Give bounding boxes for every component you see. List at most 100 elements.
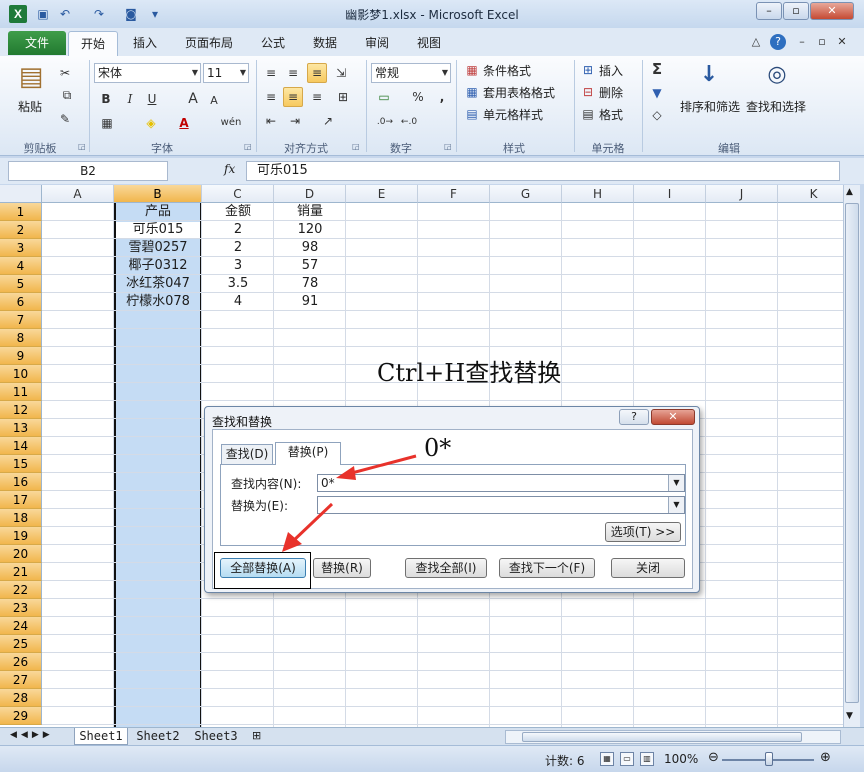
doc-close-icon[interactable]: ✕ bbox=[834, 34, 850, 50]
find-select-button[interactable]: 查找和选择 bbox=[746, 98, 806, 115]
underline-button[interactable]: U bbox=[144, 90, 160, 108]
tab-replace[interactable]: 替换(P) bbox=[275, 442, 341, 465]
tab-formulas[interactable]: 公式 bbox=[252, 31, 294, 56]
column-header-g[interactable]: G bbox=[490, 185, 562, 203]
row-header-3[interactable]: 3 bbox=[0, 239, 42, 257]
cell-c3[interactable]: 2 bbox=[202, 239, 274, 257]
row-header-6[interactable]: 6 bbox=[0, 293, 42, 311]
row-header-22[interactable]: 22 bbox=[0, 581, 42, 599]
alignment-launcher-icon[interactable]: ◲ bbox=[352, 142, 360, 151]
row-header-14[interactable]: 14 bbox=[0, 437, 42, 455]
column-header-d[interactable]: D bbox=[274, 185, 346, 203]
scroll-down-icon[interactable]: ▼ bbox=[846, 711, 853, 721]
merge-center-icon[interactable]: ⊞ bbox=[334, 88, 352, 106]
cell-b6[interactable]: 柠檬水078 bbox=[116, 293, 200, 311]
row-header-10[interactable]: 10 bbox=[0, 365, 42, 383]
zoom-in-icon[interactable]: ⊕ bbox=[820, 750, 831, 765]
horizontal-scroll-thumb[interactable] bbox=[522, 732, 802, 742]
column-header-h[interactable]: H bbox=[562, 185, 634, 203]
vertical-scroll-thumb[interactable] bbox=[845, 203, 859, 703]
clear-icon[interactable]: ◇ bbox=[648, 106, 666, 124]
cell-c4[interactable]: 3 bbox=[202, 257, 274, 275]
row-header-5[interactable]: 5 bbox=[0, 275, 42, 293]
find-select-icon[interactable]: ◎ bbox=[762, 60, 792, 90]
name-box[interactable]: B2 bbox=[8, 161, 168, 181]
normal-view-icon[interactable]: ▦ bbox=[600, 752, 614, 766]
row-header-27[interactable]: 27 bbox=[0, 671, 42, 689]
italic-button[interactable]: I bbox=[122, 90, 138, 108]
tab-data[interactable]: 数据 bbox=[304, 31, 346, 56]
doc-minimize-icon[interactable]: – bbox=[794, 34, 810, 50]
orientation-icon[interactable]: ↗ bbox=[318, 112, 338, 130]
dialog-help-button[interactable]: ? bbox=[619, 409, 649, 425]
sheet-tab-2[interactable]: Sheet2 bbox=[130, 728, 186, 745]
replace-button[interactable]: 替换(R) bbox=[313, 558, 371, 578]
row-header-24[interactable]: 24 bbox=[0, 617, 42, 635]
align-left-icon[interactable]: ≡ bbox=[262, 88, 280, 106]
sheet-tab-1[interactable]: Sheet1 bbox=[74, 728, 128, 745]
column-header-b[interactable]: B bbox=[114, 185, 202, 203]
row-header-13[interactable]: 13 bbox=[0, 419, 42, 437]
tab-view[interactable]: 视图 bbox=[408, 31, 450, 56]
decrease-decimal-icon[interactable]: ←.0 bbox=[398, 113, 420, 131]
align-right-icon[interactable]: ≡ bbox=[308, 88, 326, 106]
delete-cells-icon[interactable]: ⊟ bbox=[580, 83, 596, 101]
insert-function-icon[interactable]: fx bbox=[224, 162, 235, 176]
shrink-font-button[interactable]: A bbox=[208, 92, 220, 110]
cell-b5[interactable]: 冰红茶047 bbox=[116, 275, 200, 293]
find-next-button[interactable]: 查找下一个(F) bbox=[499, 558, 595, 578]
cell-d4[interactable]: 57 bbox=[274, 257, 346, 275]
currency-icon[interactable]: ▭ bbox=[374, 88, 394, 106]
conditional-format-button[interactable]: 条件格式 bbox=[483, 62, 531, 79]
bold-button[interactable]: B bbox=[98, 90, 114, 108]
cell-styles-button[interactable]: 单元格样式 bbox=[483, 106, 543, 123]
format-cells-icon[interactable]: ▤ bbox=[580, 105, 596, 123]
grow-font-button[interactable]: A bbox=[186, 90, 200, 108]
cell-c6[interactable]: 4 bbox=[202, 293, 274, 311]
cell-d1[interactable]: 销量 bbox=[274, 203, 346, 221]
row-header-1[interactable]: 1 bbox=[0, 203, 42, 221]
decrease-indent-icon[interactable]: ⇤ bbox=[262, 112, 280, 130]
row-header-20[interactable]: 20 bbox=[0, 545, 42, 563]
close-window-button[interactable]: ✕ bbox=[810, 2, 854, 20]
sort-filter-button[interactable]: 排序和筛选 bbox=[680, 98, 740, 115]
cell-d2[interactable]: 120 bbox=[274, 221, 346, 239]
chevron-down-icon[interactable]: ▼ bbox=[668, 475, 684, 491]
font-size-select[interactable]: 11 ▼ bbox=[203, 63, 249, 83]
cell-b4[interactable]: 椰子0312 bbox=[116, 257, 200, 275]
comma-button[interactable]: , bbox=[434, 88, 450, 106]
options-button[interactable]: 选项(T) >> bbox=[605, 522, 681, 542]
row-header-9[interactable]: 9 bbox=[0, 347, 42, 365]
phonetic-button[interactable]: wén bbox=[218, 114, 244, 132]
row-header-28[interactable]: 28 bbox=[0, 689, 42, 707]
tab-insert[interactable]: 插入 bbox=[122, 31, 168, 56]
increase-decimal-icon[interactable]: .0→ bbox=[374, 113, 396, 131]
row-header-29[interactable]: 29 bbox=[0, 707, 42, 725]
align-center-icon[interactable]: ≡ bbox=[283, 87, 303, 107]
cell-d3[interactable]: 98 bbox=[274, 239, 346, 257]
horizontal-scrollbar[interactable] bbox=[505, 730, 841, 744]
new-sheet-icon[interactable]: ⊞ bbox=[252, 729, 261, 742]
select-all-corner[interactable] bbox=[0, 185, 42, 203]
dialog-close-button[interactable]: 关闭 bbox=[611, 558, 685, 578]
cell-b3[interactable]: 雪碧0257 bbox=[116, 239, 200, 257]
clipboard-launcher-icon[interactable]: ◲ bbox=[78, 142, 86, 151]
format-painter-icon[interactable]: ✎ bbox=[56, 110, 74, 128]
row-header-19[interactable]: 19 bbox=[0, 527, 42, 545]
column-header-k[interactable]: K bbox=[778, 185, 843, 203]
fill-color-icon[interactable]: ◈ bbox=[142, 114, 160, 132]
border-icon[interactable]: ▦ bbox=[98, 114, 116, 132]
minimize-ribbon-icon[interactable]: △ bbox=[748, 34, 764, 50]
align-middle-icon[interactable]: ≡ bbox=[284, 64, 302, 82]
cut-icon[interactable]: ✂ bbox=[56, 64, 74, 82]
number-format-select[interactable]: 常规 ▼ bbox=[371, 63, 451, 83]
column-header-a[interactable]: A bbox=[42, 185, 114, 203]
replace-with-input[interactable]: ▼ bbox=[317, 496, 685, 514]
cell-b1[interactable]: 产品 bbox=[116, 203, 200, 221]
tab-page-layout[interactable]: 页面布局 bbox=[176, 31, 242, 56]
font-launcher-icon[interactable]: ◲ bbox=[244, 142, 252, 151]
autosum-icon[interactable]: Σ bbox=[648, 60, 666, 78]
row-header-2[interactable]: 2 bbox=[0, 221, 42, 239]
dialog-close-icon[interactable]: ✕ bbox=[651, 409, 695, 425]
minimize-button[interactable]: – bbox=[756, 2, 782, 20]
